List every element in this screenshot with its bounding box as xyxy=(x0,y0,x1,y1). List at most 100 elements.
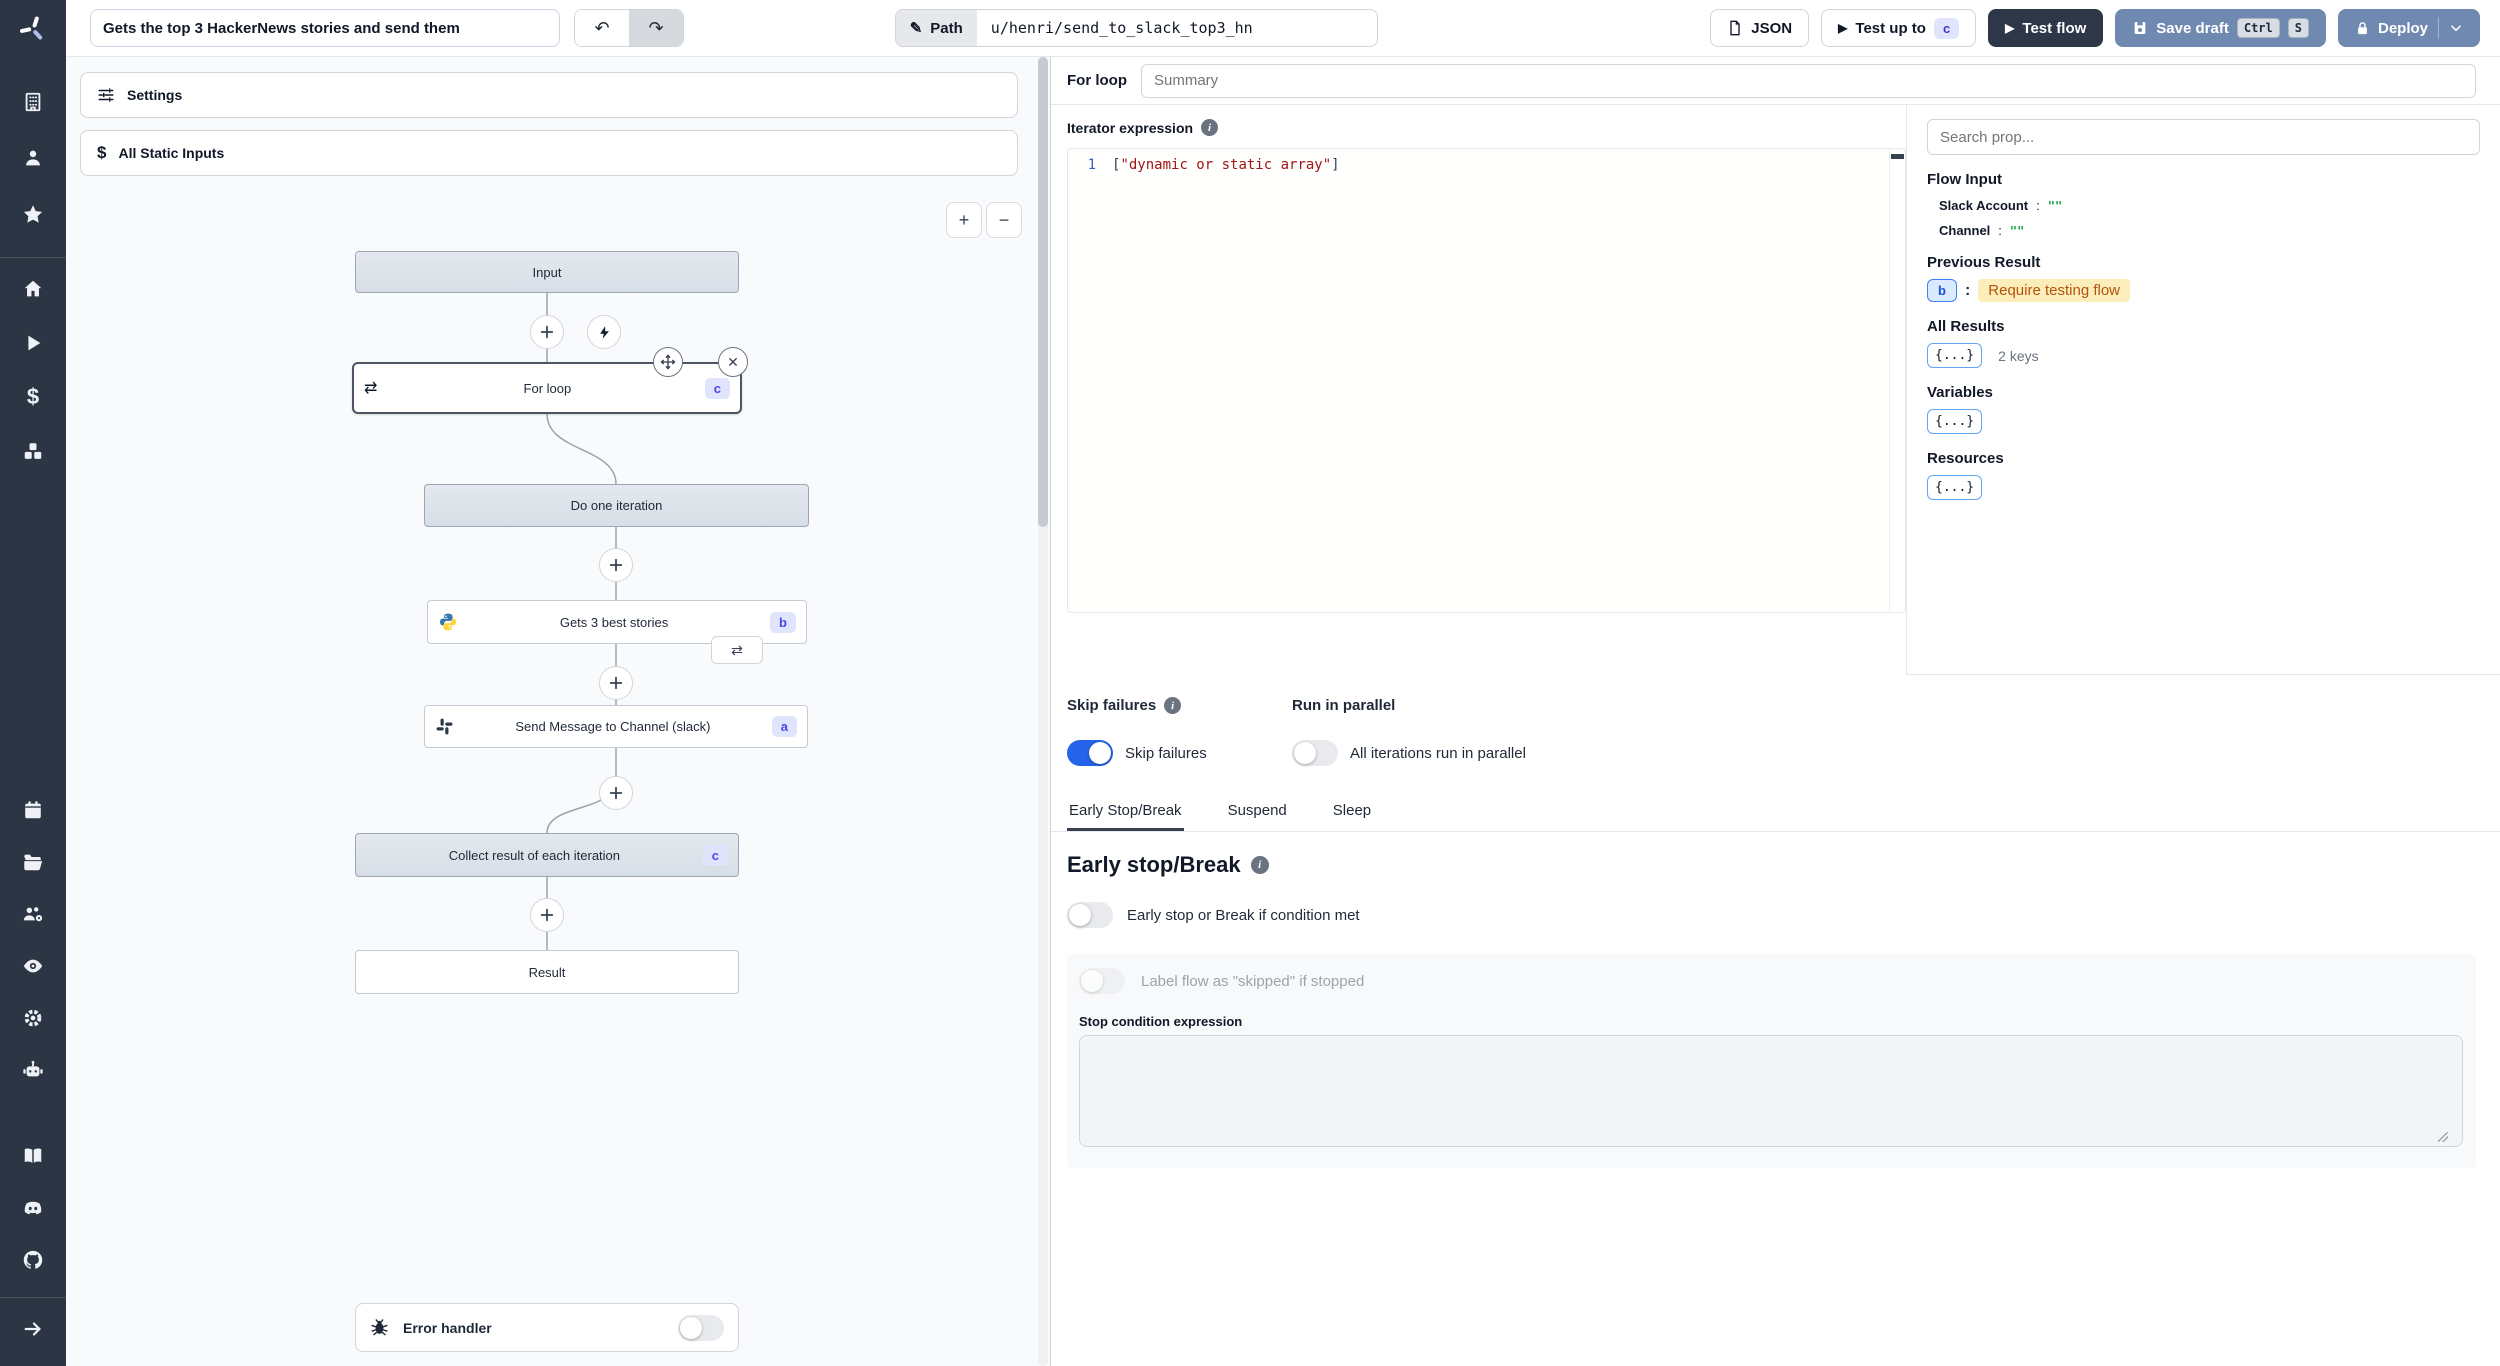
insert-step-button[interactable] xyxy=(530,898,564,932)
docs-book-icon[interactable] xyxy=(0,1133,66,1179)
github-icon[interactable] xyxy=(0,1237,66,1283)
favorites-star-icon[interactable] xyxy=(0,191,66,237)
ai-robot-icon[interactable] xyxy=(0,1047,66,1093)
button-divider xyxy=(2438,17,2439,39)
sliders-icon xyxy=(98,88,114,102)
plus-icon xyxy=(609,786,623,800)
object-chip[interactable]: {...} xyxy=(1927,475,1983,500)
step-inspector: For loop Iterator expression i 1 ["dynam… xyxy=(1050,57,2500,1366)
early-stop-toggle[interactable] xyxy=(1067,902,1113,928)
restart-from-step-button[interactable]: ⇄ xyxy=(711,636,763,664)
node-input[interactable]: Input xyxy=(355,251,739,293)
test-flow-button[interactable]: ▶ Test flow xyxy=(1988,9,2104,47)
flow-graph-panel: Settings $ All Static Inputs + − Input ⇄… xyxy=(66,57,1050,1366)
prop-row[interactable]: Slack Account : "" xyxy=(1939,198,2480,213)
undo-button[interactable]: ↶ xyxy=(575,10,629,46)
flow-title-input[interactable] xyxy=(90,9,560,47)
topbar: ↶ ↷ ✎ Path JSON ▶ Test up to xyxy=(66,0,2500,57)
search-prop-input[interactable] xyxy=(1927,119,2480,155)
windmill-logo[interactable] xyxy=(0,0,66,57)
folders-icon[interactable] xyxy=(0,839,66,885)
previous-result-heading: Previous Result xyxy=(1927,254,2041,271)
node-collect-result[interactable]: Collect result of each iteration c xyxy=(355,833,739,877)
node-for-loop[interactable]: ⇄ For loop c xyxy=(352,362,742,414)
run-parallel-toggle[interactable] xyxy=(1292,740,1338,766)
node-send-message-slack[interactable]: Send Message to Channel (slack) a xyxy=(424,705,808,748)
advanced-tabs: Early Stop/Break Suspend Sleep xyxy=(1051,792,2500,832)
resources-boxes-icon[interactable] xyxy=(0,428,66,474)
previous-result-chip[interactable]: b xyxy=(1927,279,1957,302)
chevron-down-icon[interactable] xyxy=(2449,21,2463,35)
bug-icon xyxy=(371,1319,388,1336)
flow-settings-card[interactable]: Settings xyxy=(80,72,1018,118)
label-skipped-toggle[interactable] xyxy=(1079,968,1125,994)
error-handler-card[interactable]: Error handler xyxy=(355,1303,739,1352)
delete-node-button[interactable]: ✕ xyxy=(718,347,748,377)
test-up-to-button[interactable]: ▶ Test up to c xyxy=(1821,9,1977,47)
resize-handle[interactable] xyxy=(2438,1132,2448,1142)
runs-play-icon[interactable] xyxy=(0,320,66,366)
summary-input[interactable] xyxy=(1141,63,2476,98)
run-parallel-title: Run in parallel xyxy=(1292,697,1396,714)
tab-sleep[interactable]: Sleep xyxy=(1331,792,1373,831)
editor-minimap xyxy=(1889,149,1905,612)
discord-icon[interactable] xyxy=(0,1185,66,1231)
collapse-arrow-icon[interactable] xyxy=(0,1306,66,1352)
object-chip[interactable]: {...} xyxy=(1927,343,1983,368)
save-draft-button[interactable]: Save draft Ctrl S xyxy=(2115,9,2326,47)
keys-hint: 2 keys xyxy=(1998,347,2039,364)
error-handler-toggle[interactable] xyxy=(678,1314,724,1341)
tab-suspend[interactable]: Suspend xyxy=(1226,792,1289,831)
schedules-calendar-icon[interactable] xyxy=(0,787,66,833)
all-results-heading: All Results xyxy=(1927,318,2005,335)
workspace-icon[interactable] xyxy=(0,79,66,125)
lock-icon xyxy=(2358,21,2367,34)
iterator-code-editor[interactable]: 1 ["dynamic or static array"] xyxy=(1067,148,1906,613)
info-icon[interactable]: i xyxy=(1250,856,1269,874)
stop-condition-textarea[interactable] xyxy=(1079,1035,2463,1147)
close-icon: ✕ xyxy=(727,353,739,370)
path-label[interactable]: ✎ Path xyxy=(895,10,977,46)
settings-gear-icon[interactable] xyxy=(0,995,66,1041)
insert-step-button[interactable] xyxy=(599,548,633,582)
json-button[interactable]: JSON xyxy=(1710,9,1810,47)
props-panel: Flow Input Slack Account : "" Channel : … xyxy=(1906,105,2500,675)
insert-step-button[interactable] xyxy=(599,666,633,700)
slack-icon xyxy=(436,718,453,735)
user-icon[interactable] xyxy=(0,135,66,181)
audit-eye-icon[interactable] xyxy=(0,943,66,989)
move-node-button[interactable] xyxy=(653,347,683,377)
path-input[interactable] xyxy=(976,19,1377,37)
resources-heading: Resources xyxy=(1927,450,2004,467)
node-badge: c xyxy=(702,844,728,866)
move-icon xyxy=(660,354,676,370)
variables-dollar-icon[interactable]: $ xyxy=(0,374,66,420)
tab-early-stop-break[interactable]: Early Stop/Break xyxy=(1067,792,1184,831)
early-stop-heading: Early stop/Break i xyxy=(1067,852,2476,878)
node-do-one-iteration[interactable]: Do one iteration xyxy=(424,484,809,527)
all-static-inputs-card[interactable]: $ All Static Inputs xyxy=(80,130,1018,176)
node-badge: c xyxy=(704,377,730,399)
prop-row[interactable]: Channel : "" xyxy=(1939,223,2480,238)
groups-users-icon[interactable] xyxy=(0,891,66,937)
early-stop-disabled-panel: Label flow as "skipped" if stopped Stop … xyxy=(1067,954,2476,1168)
info-icon[interactable]: i xyxy=(1164,697,1182,714)
skip-failures-toggle[interactable] xyxy=(1067,740,1113,766)
object-chip[interactable]: {...} xyxy=(1927,409,1983,434)
kbd-s: S xyxy=(2287,18,2309,38)
flow-scrollbar-thumb[interactable] xyxy=(1038,57,1048,527)
pencil-icon: ✎ xyxy=(909,20,923,37)
skip-failures-title: Skip failures i xyxy=(1067,697,1292,714)
trigger-bolt-button[interactable] xyxy=(587,315,621,349)
home-icon[interactable] xyxy=(0,266,66,312)
zoom-in-button[interactable]: + xyxy=(946,202,982,238)
loop-settings-section: Skip failures i Skip failures Run in par… xyxy=(1051,675,2500,792)
insert-step-button[interactable] xyxy=(530,315,564,349)
info-icon[interactable]: i xyxy=(1201,119,1219,136)
zoom-out-button[interactable]: − xyxy=(986,202,1022,238)
editor-code[interactable]: ["dynamic or static array"] xyxy=(1104,149,1889,612)
insert-step-button[interactable] xyxy=(599,776,633,810)
deploy-button[interactable]: Deploy xyxy=(2337,9,2480,47)
node-result[interactable]: Result xyxy=(355,950,739,994)
redo-button[interactable]: ↷ xyxy=(629,10,683,46)
